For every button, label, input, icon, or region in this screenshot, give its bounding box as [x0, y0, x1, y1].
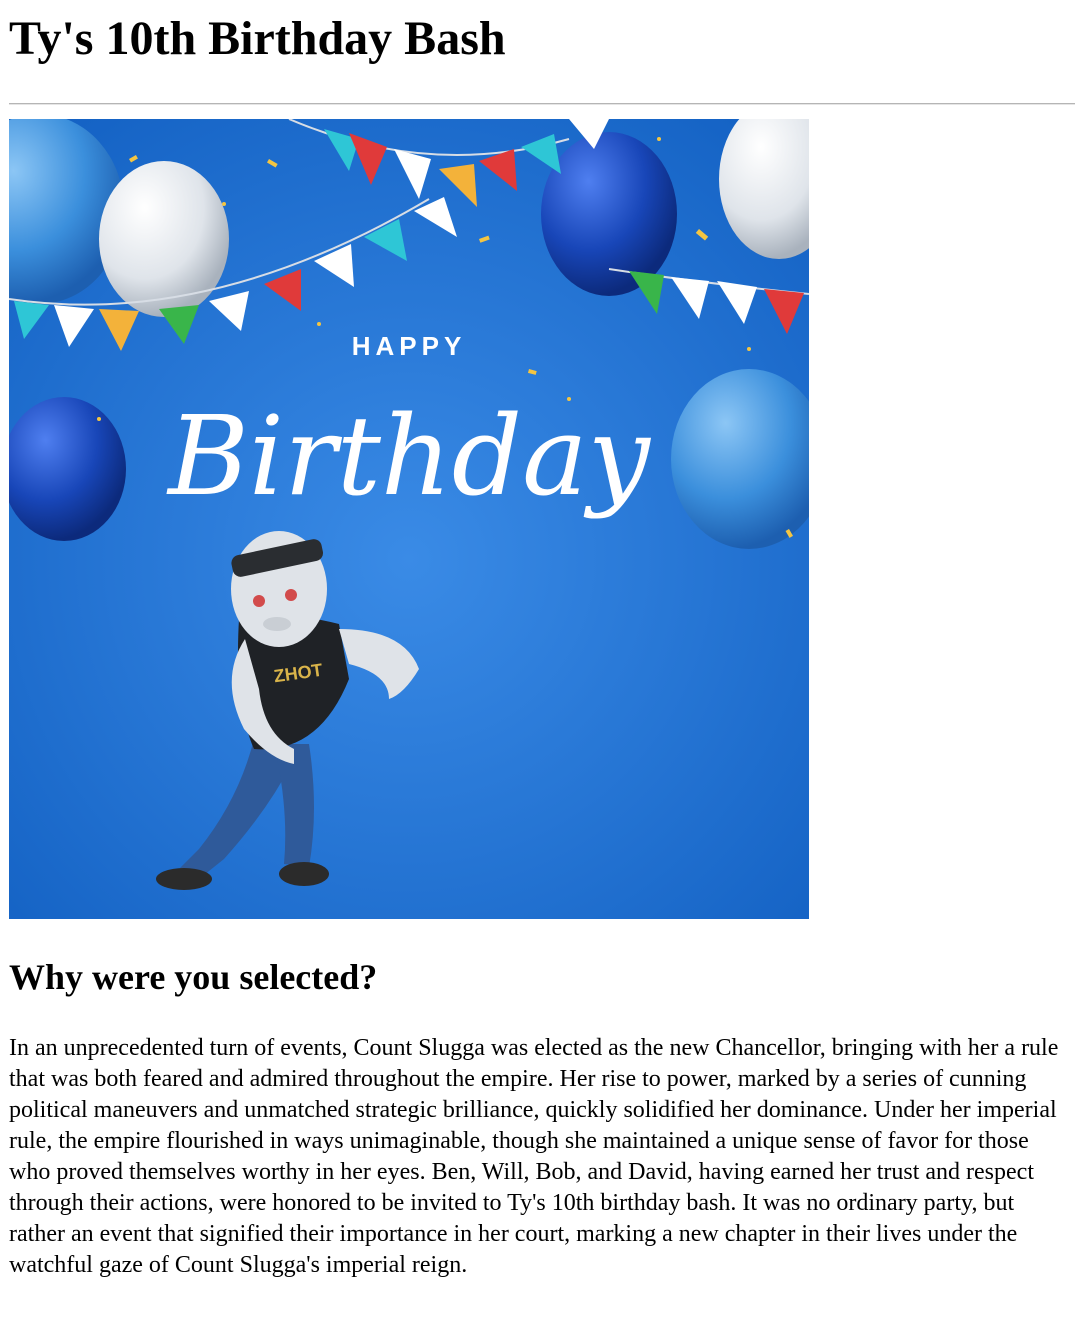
page: Ty's 10th Birthday Bash HAPPY Birthday Z…: [0, 0, 1084, 1332]
happy-text: HAPPY: [352, 331, 467, 361]
page-title: Ty's 10th Birthday Bash: [9, 12, 506, 65]
section-heading: Why were you selected?: [9, 957, 378, 997]
divider: [9, 103, 1075, 105]
balloon-white-left: [99, 161, 229, 317]
birthday-script-text: Birthday: [166, 392, 652, 520]
body-paragraph: In an unprecedented turn of events, Coun…: [9, 1035, 1059, 1278]
birthday-banner-image: HAPPY Birthday ZHOT: [9, 119, 809, 919]
balloon-blue-center: [541, 132, 677, 296]
